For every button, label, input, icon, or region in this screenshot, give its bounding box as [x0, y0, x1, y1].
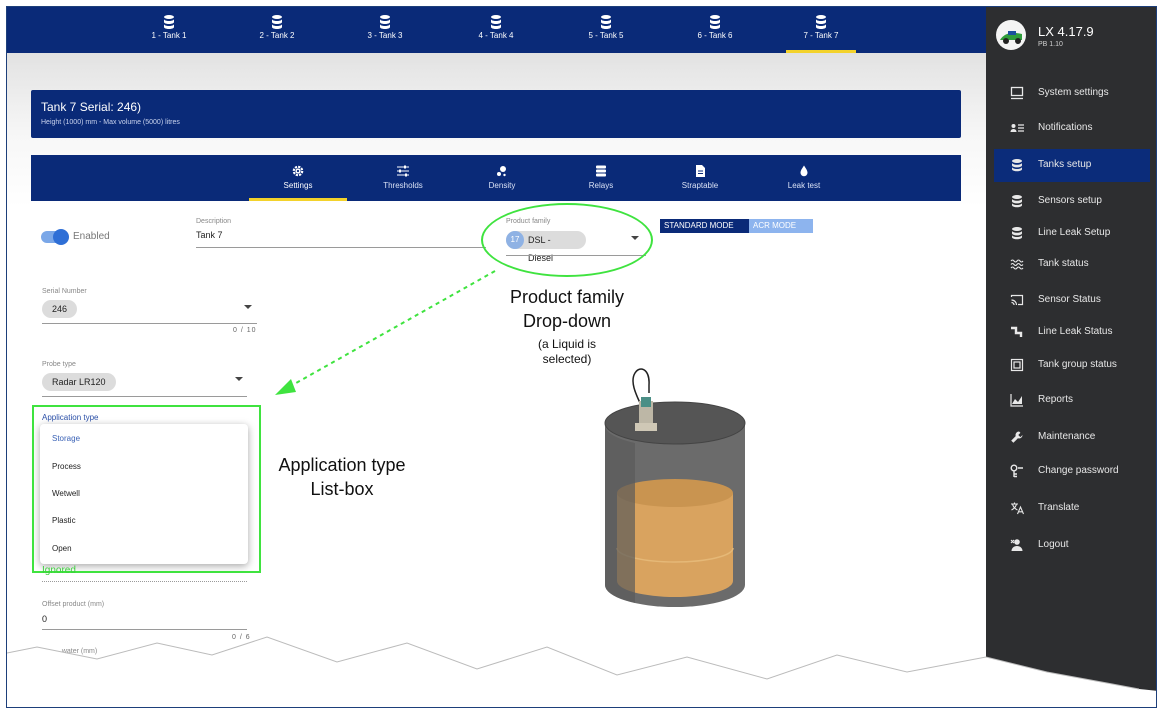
- screenshot-frame: 1 - Tank 1 2 - Tank 2 3 - Tank 3 4 - Tan…: [6, 6, 1157, 708]
- torn-paper-edge: [7, 636, 1156, 707]
